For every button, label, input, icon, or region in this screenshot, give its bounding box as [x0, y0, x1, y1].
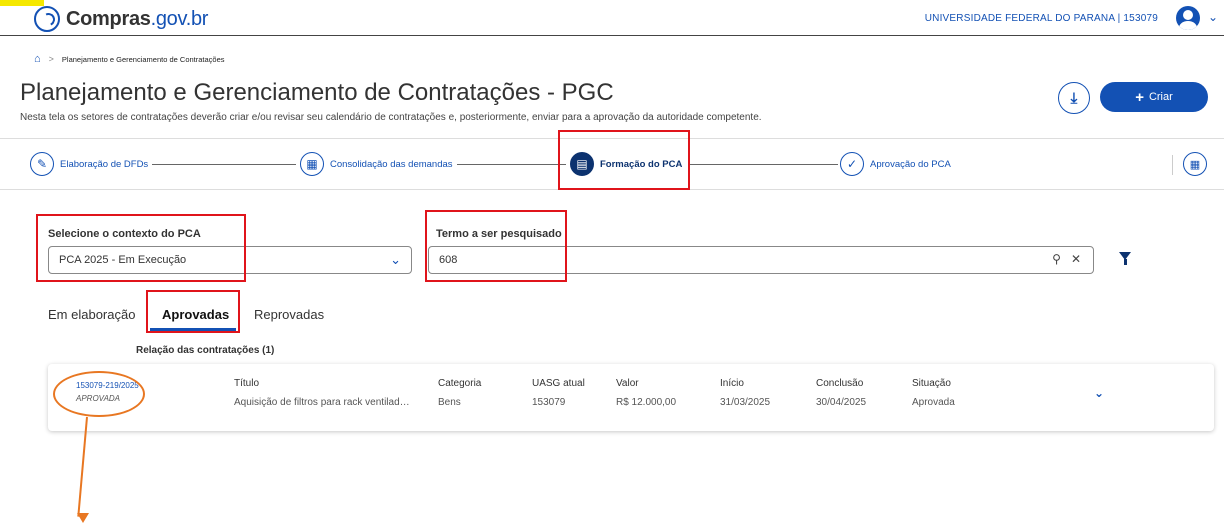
column-header-valor: Valor: [616, 378, 639, 389]
page-subtitle: Nesta tela os setores de contratações de…: [20, 112, 762, 123]
uasg-value: 153079: [532, 397, 566, 408]
breadcrumb: ⌂ > Planejamento e Gerenciamento de Cont…: [34, 53, 225, 65]
column-header-conclusao: Conclusão: [816, 378, 864, 389]
highlight-step: [558, 130, 690, 190]
inicio-value: 31/03/2025: [720, 397, 771, 408]
column-header-inicio: Início: [720, 378, 744, 389]
step-label: Elaboração de DFDs: [60, 158, 149, 170]
highlight-search: [425, 210, 567, 282]
home-icon[interactable]: ⌂: [34, 53, 41, 65]
highlight-ring: [53, 371, 145, 417]
search-icon[interactable]: ⚲: [1052, 252, 1061, 266]
highlight-context: [36, 214, 246, 282]
step-label: Consolidação das demandas: [330, 158, 453, 170]
pen-icon: ✎: [30, 152, 54, 176]
top-bar: Compras.gov.br UNIVERSIDADE FEDERAL DO P…: [0, 0, 1224, 36]
user-organization[interactable]: UNIVERSIDADE FEDERAL DO PARANA | 153079: [925, 13, 1158, 24]
column-header-uasg: UASG atual: [532, 378, 585, 389]
step-consolidacao-demandas[interactable]: ▦ Consolidação das demandas: [300, 152, 457, 176]
conclusao-value: 30/04/2025: [816, 397, 867, 408]
user-avatar-icon[interactable]: [1176, 6, 1200, 30]
column-header-categoria: Categoria: [438, 378, 482, 389]
categoria-value: Bens: [438, 397, 461, 408]
compras-logo-icon: [34, 6, 60, 32]
create-button-label: Criar: [1148, 91, 1173, 103]
check-clipboard-icon: ✓: [840, 152, 864, 176]
expand-chevron-icon[interactable]: ⌄: [1094, 386, 1104, 400]
highlight-tab: [146, 290, 240, 333]
step-aprovacao-pca[interactable]: ✓ Aprovação do PCA: [840, 152, 955, 176]
list-item[interactable]: 153079-219/2025 APROVADA Título Aquisiçã…: [48, 364, 1214, 431]
tab-reprovadas[interactable]: Reprovadas: [254, 307, 324, 322]
arrow-down-icon: [77, 513, 89, 523]
brand-logo[interactable]: Compras.gov.br: [34, 6, 208, 32]
calendar-icon[interactable]: ▦: [1183, 152, 1207, 176]
clipboard-icon: ▦: [300, 152, 324, 176]
list-heading: Relação das contratações (1): [136, 345, 275, 356]
brand-name: Compras.gov.br: [66, 7, 209, 30]
download-icon: ⤓: [1070, 89, 1078, 107]
divider: [1172, 155, 1173, 175]
valor-value: R$ 12.000,00: [616, 397, 677, 408]
breadcrumb-current: Planejamento e Gerenciamento de Contrata…: [61, 54, 225, 64]
chevron-down-icon: ⌄: [390, 252, 401, 267]
stepper-connector: [690, 164, 838, 165]
step-label: Aprovação do PCA: [870, 158, 951, 170]
situacao-value: Aprovada: [912, 397, 955, 408]
stepper-connector: [150, 164, 296, 165]
download-button[interactable]: ⤓: [1058, 82, 1090, 114]
filter-icon[interactable]: [1119, 252, 1131, 265]
clear-icon[interactable]: ✕: [1071, 252, 1081, 266]
annotation-arrow: [77, 416, 88, 517]
column-header-titulo: Título: [234, 378, 260, 389]
stepper-connector: [450, 164, 566, 165]
tab-em-elaboracao[interactable]: Em elaboração: [48, 307, 135, 322]
plus-icon: +: [1135, 88, 1144, 106]
create-button[interactable]: + Criar: [1100, 82, 1208, 112]
chevron-right-icon: >: [48, 54, 54, 64]
step-elaboracao-dfds[interactable]: ✎ Elaboração de DFDs: [30, 152, 153, 176]
titulo-value: Aquisição de filtros para rack ventilada…: [234, 397, 414, 408]
column-header-situacao: Situação: [912, 378, 951, 389]
chevron-down-icon[interactable]: ⌄: [1208, 10, 1218, 24]
page-title: Planejamento e Gerenciamento de Contrata…: [20, 79, 614, 106]
